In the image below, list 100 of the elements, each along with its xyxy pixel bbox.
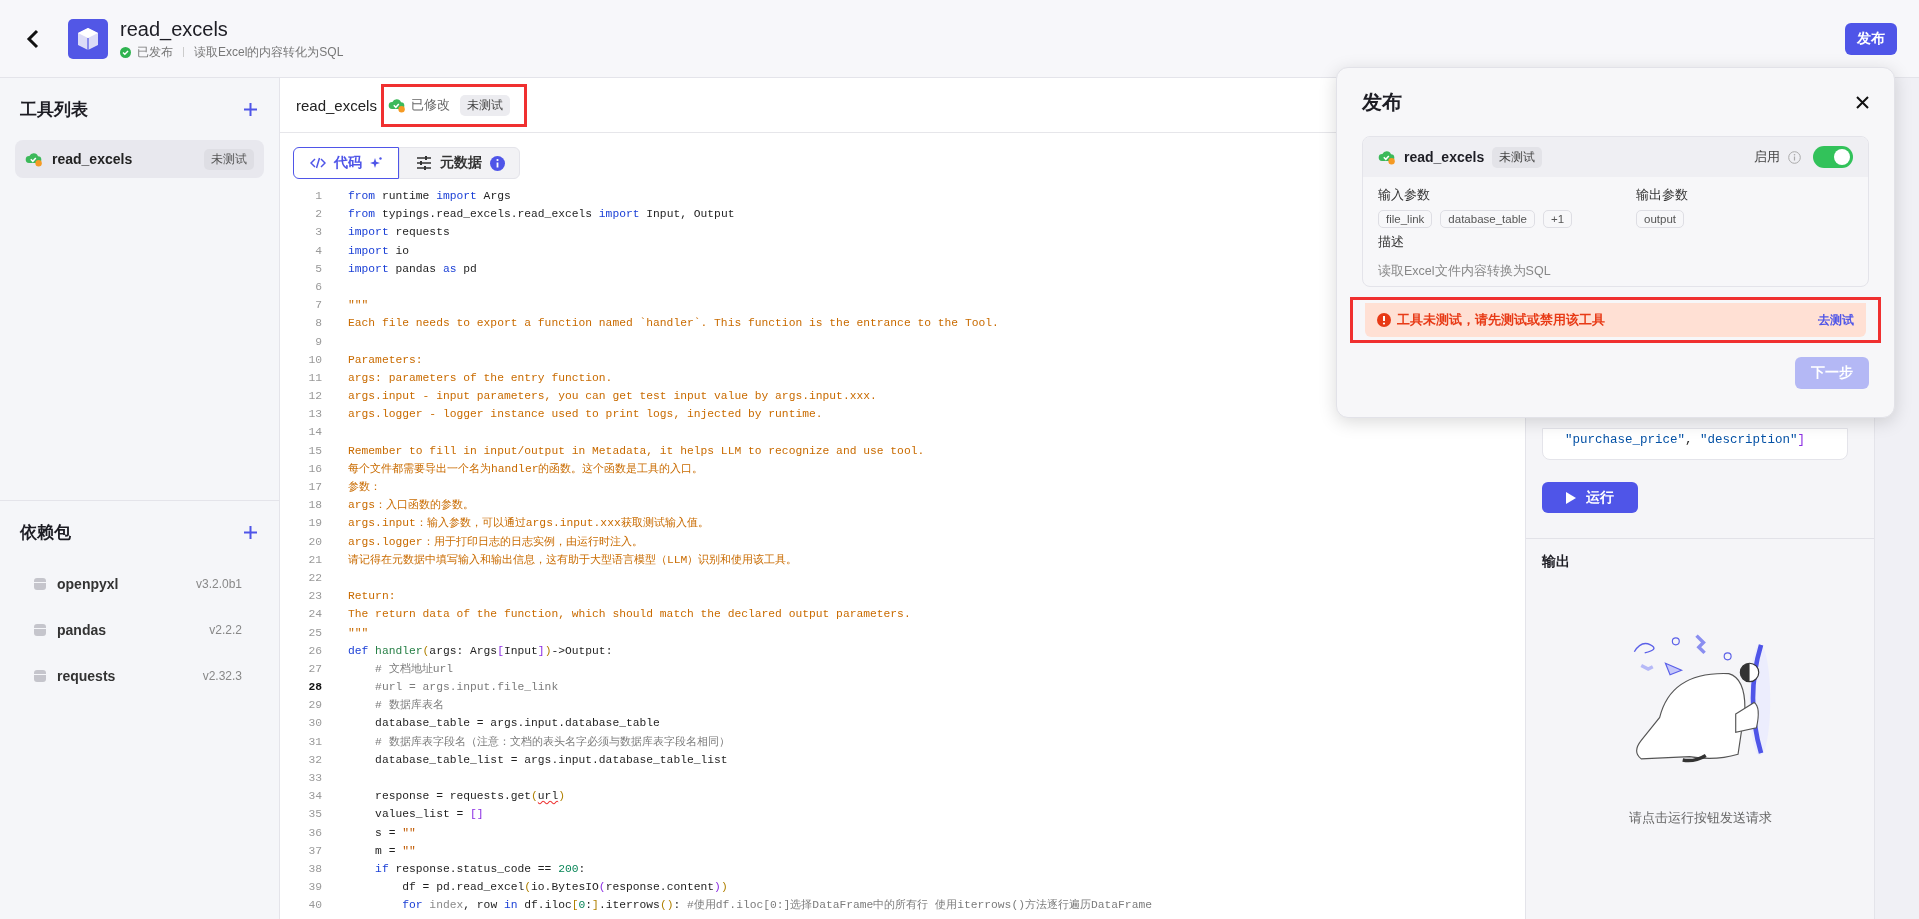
tool-list-item[interactable]: read_excels 未测试: [15, 140, 264, 178]
alert-icon: [1377, 313, 1391, 327]
code-line: Parameters:: [348, 352, 423, 368]
publish-status: 已发布: [137, 43, 173, 61]
code-line: values_list = []: [374, 807, 484, 823]
code-line: # 文档地址url: [374, 661, 453, 677]
line-number: 12: [307, 389, 322, 405]
line-number: 25: [307, 625, 322, 641]
code-line: 每个文件都需要导出一个名为handler的函数。这个函数是工具的入口。: [348, 461, 704, 477]
line-number: 22: [307, 570, 322, 586]
package-version: v3.2.0b1: [195, 577, 242, 591]
dependencies-heading: 依赖包: [20, 521, 71, 544]
line-number: 1: [314, 189, 322, 204]
inputs-label: 输入参数: [1378, 187, 1431, 204]
outputs-label: 输出参数: [1636, 187, 1689, 204]
file-name: read_excels: [296, 96, 377, 114]
line-number: 35: [307, 807, 322, 823]
line-number: 7: [314, 298, 322, 314]
line-number: 26: [307, 643, 322, 659]
package-version: v2.2.2: [209, 623, 242, 637]
code-line: The return data of the function, which should match the declared output parameters.: [348, 607, 911, 623]
parameter-tag: file_link: [1378, 210, 1433, 228]
code-line: database_table = args.input.database_table: [374, 716, 660, 732]
line-number: 36: [307, 825, 322, 841]
warning-text: 工具未测试，请先测试或禁用该工具: [1397, 311, 1605, 329]
sliders-icon: [416, 156, 432, 170]
line-number: 20: [307, 534, 322, 550]
line-number: 27: [307, 661, 322, 677]
line-number: 14: [307, 425, 322, 441]
line-number: 29: [307, 698, 322, 714]
line-number: 15: [307, 443, 322, 459]
line-number: 39: [307, 880, 322, 896]
untested-badge: 未测试: [459, 94, 510, 116]
code-line: Each file needs to export a function named `handler`. This function is the entrance to the Tool.: [348, 316, 999, 332]
cloud-status-icon: [1378, 149, 1396, 165]
line-number: 32: [307, 752, 322, 768]
line-number: 30: [307, 716, 322, 732]
description-label: 描述: [1378, 234, 1405, 251]
cloud-status-icon: [387, 97, 406, 113]
line-number: 31: [307, 734, 322, 750]
line-number: 9: [314, 334, 322, 350]
line-number: 28: [307, 680, 322, 696]
tool-name: read_excels: [1404, 149, 1485, 165]
modified-status: 已修改: [410, 96, 450, 114]
package-icon: [33, 669, 47, 683]
code-line: for index, row in df.iloc[0:].iterrows(): #使用df.iloc[0:]选择DataFrame中的所有行 使用iterrows()方法逐行遍历DataFrame: [401, 898, 1152, 914]
parameter-tag: database_table: [1440, 210, 1535, 228]
publish-button[interactable]: 发布: [1845, 22, 1897, 55]
code-line: s = "": [374, 825, 416, 841]
code-line: m = "": [374, 843, 416, 859]
parameter-tag: +1: [1543, 210, 1573, 228]
code-line: """: [348, 298, 369, 314]
line-number: 18: [307, 498, 322, 514]
line-number: 37: [307, 843, 322, 859]
package-name: openpyxl: [57, 576, 119, 592]
input-json-box[interactable]: "purchase_price", "description"]: [1542, 428, 1848, 460]
line-number: 33: [307, 771, 322, 786]
code-line: import io: [348, 243, 410, 259]
code-line: 参数：: [348, 480, 381, 495]
package-name: pandas: [57, 622, 106, 638]
back-chevron-icon[interactable]: [26, 28, 40, 49]
info-icon: [1788, 150, 1801, 164]
code-line: args.logger：用于打印日志的日志实例，由运行时注入。: [348, 534, 643, 550]
tool-title: read_excels: [120, 16, 229, 41]
package-name: requests: [57, 668, 116, 684]
line-number: 6: [314, 279, 322, 295]
cloud-status-icon: [25, 151, 43, 167]
line-number: 34: [307, 789, 322, 805]
editor-tab[interactable]: 元数据: [399, 147, 520, 179]
code-icon: [310, 157, 326, 169]
enable-label: 启用: [1754, 148, 1780, 166]
run-button[interactable]: 运行: [1542, 482, 1638, 513]
code-line: Return:: [348, 589, 396, 605]
code-line: Remember to fill in input/output in Metadata, it helps LLM to recognize and use tool.: [348, 443, 925, 459]
line-number: 21: [307, 552, 322, 568]
code-line: import pandas as pd: [348, 261, 477, 277]
code-line: df = pd.read_excel(io.BytesIO(response.content)): [401, 880, 728, 896]
code-line: args: parameters of the entry function.: [348, 370, 613, 386]
tools-heading: 工具列表: [20, 98, 88, 121]
close-icon[interactable]: [1856, 95, 1869, 109]
enable-toggle[interactable]: [1813, 146, 1853, 168]
go-test-link[interactable]: 去测试: [1818, 311, 1854, 329]
check-circle-icon: [120, 46, 131, 58]
code-line: # 数据库表名: [374, 698, 444, 714]
code-line: from runtime import Args: [348, 189, 511, 204]
package-icon: [33, 577, 47, 591]
add-icon[interactable]: [243, 524, 258, 540]
line-number: 38: [307, 861, 322, 877]
code-line: args.logger - logger instance used to print logs, injected by runtime.: [348, 407, 823, 423]
line-number: 40: [307, 898, 322, 914]
code-line: args.input - input parameters, you can get test input value by args.input.xxx.: [348, 389, 877, 405]
info-icon: [490, 155, 505, 171]
code-line: response = requests.get(url): [374, 789, 565, 805]
code-line: database_table_list = args.input.database_table_list: [374, 752, 728, 768]
editor-tab[interactable]: 代码: [293, 147, 399, 179]
line-number: 10: [307, 352, 322, 368]
code-line: """: [348, 625, 369, 641]
code-line: args：入口函数的参数。: [348, 498, 475, 514]
add-icon[interactable]: [243, 101, 258, 117]
line-number: 19: [307, 516, 322, 532]
